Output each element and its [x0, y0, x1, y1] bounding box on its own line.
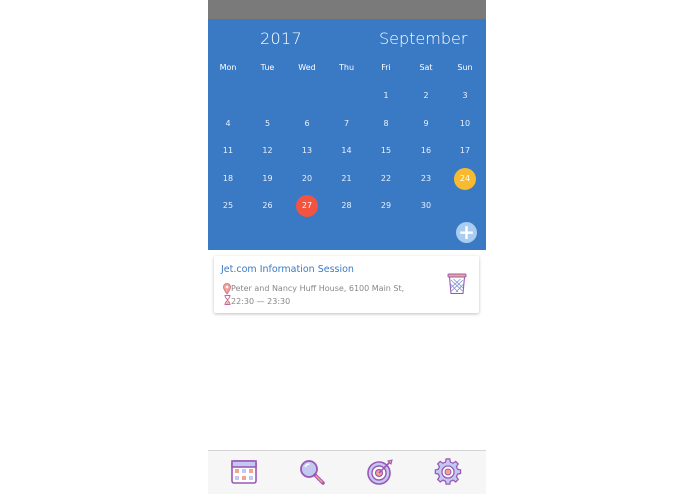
event-card[interactable]: Jet.com Information Session Peter and Na… — [214, 256, 479, 313]
calendar-day[interactable]: 19 — [257, 168, 279, 190]
trash-basket-icon[interactable] — [447, 273, 467, 295]
calendar-day[interactable]: 27 — [296, 195, 318, 217]
calendar-day[interactable]: 25 — [217, 195, 239, 217]
calendar-day[interactable]: 21 — [336, 168, 358, 190]
event-location: Peter and Nancy Huff House, 6100 Main St… — [231, 284, 405, 293]
weekday-mon: Mon — [219, 63, 237, 72]
calendar-day[interactable]: 20 — [296, 168, 318, 190]
calendar-day[interactable]: 29 — [375, 195, 397, 217]
weekday-sat: Sat — [419, 63, 433, 72]
calendar-day[interactable]: 6 — [296, 113, 318, 135]
plus-icon: + — [458, 220, 475, 244]
calendar-grid-icon[interactable] — [230, 458, 258, 486]
weekday-fri: Fri — [381, 63, 391, 72]
calendar-day[interactable]: 30 — [415, 195, 437, 217]
calendar-day[interactable]: 5 — [257, 113, 279, 135]
target-icon[interactable] — [366, 458, 394, 486]
calendar-year[interactable]: 2017 — [260, 29, 302, 48]
calendar-day[interactable]: 16 — [415, 140, 437, 162]
calendar-day[interactable]: 2 — [415, 85, 437, 107]
magnifier-icon[interactable] — [298, 458, 326, 486]
event-time: 22:30 — 23:30 — [231, 297, 291, 306]
weekday-thu: Thu — [338, 63, 355, 72]
calendar-day[interactable]: 23 — [415, 168, 437, 190]
bottom-tab-bar — [208, 450, 486, 494]
calendar-day[interactable]: 17 — [454, 140, 476, 162]
calendar-day[interactable]: 8 — [375, 113, 397, 135]
calendar-day[interactable]: 22 — [375, 168, 397, 190]
calendar-day[interactable]: 4 — [217, 113, 239, 135]
calendar-day[interactable]: 3 — [454, 85, 476, 107]
weekday-wed: Wed — [298, 63, 316, 72]
calendar-day[interactable]: 11 — [217, 140, 239, 162]
calendar-day[interactable]: 9 — [415, 113, 437, 135]
calendar-day[interactable]: 18 — [217, 168, 239, 190]
weekday-header: Mon Tue Wed Thu Fri Sat Sun — [208, 63, 486, 75]
calendar-day[interactable]: 26 — [257, 195, 279, 217]
event-title: Jet.com Information Session — [221, 264, 354, 275]
calendar-day[interactable]: 1 — [375, 85, 397, 107]
calendar-day[interactable]: 10 — [454, 113, 476, 135]
calendar-month[interactable]: September — [379, 29, 467, 48]
calendar-day[interactable]: 12 — [257, 140, 279, 162]
add-event-button[interactable]: + — [456, 222, 477, 243]
calendar-day[interactable]: 7 — [336, 113, 358, 135]
app-screen: 2017 September Mon Tue Wed Thu Fri Sat Sun 123… — [208, 0, 486, 494]
calendar-day[interactable]: 28 — [336, 195, 358, 217]
map-pin-icon — [223, 283, 231, 295]
hourglass-icon — [224, 295, 231, 305]
status-bar — [208, 0, 486, 19]
calendar-day[interactable]: 13 — [296, 140, 318, 162]
calendar-panel: 2017 September Mon Tue Wed Thu Fri Sat Sun 123… — [208, 19, 486, 250]
weekday-tue: Tue — [260, 63, 275, 72]
calendar-day[interactable]: 15 — [375, 140, 397, 162]
calendar-day[interactable]: 24 — [454, 167, 476, 190]
gear-icon[interactable] — [434, 458, 462, 486]
weekday-sun: Sun — [457, 63, 473, 72]
calendar-day[interactable]: 14 — [336, 140, 358, 162]
